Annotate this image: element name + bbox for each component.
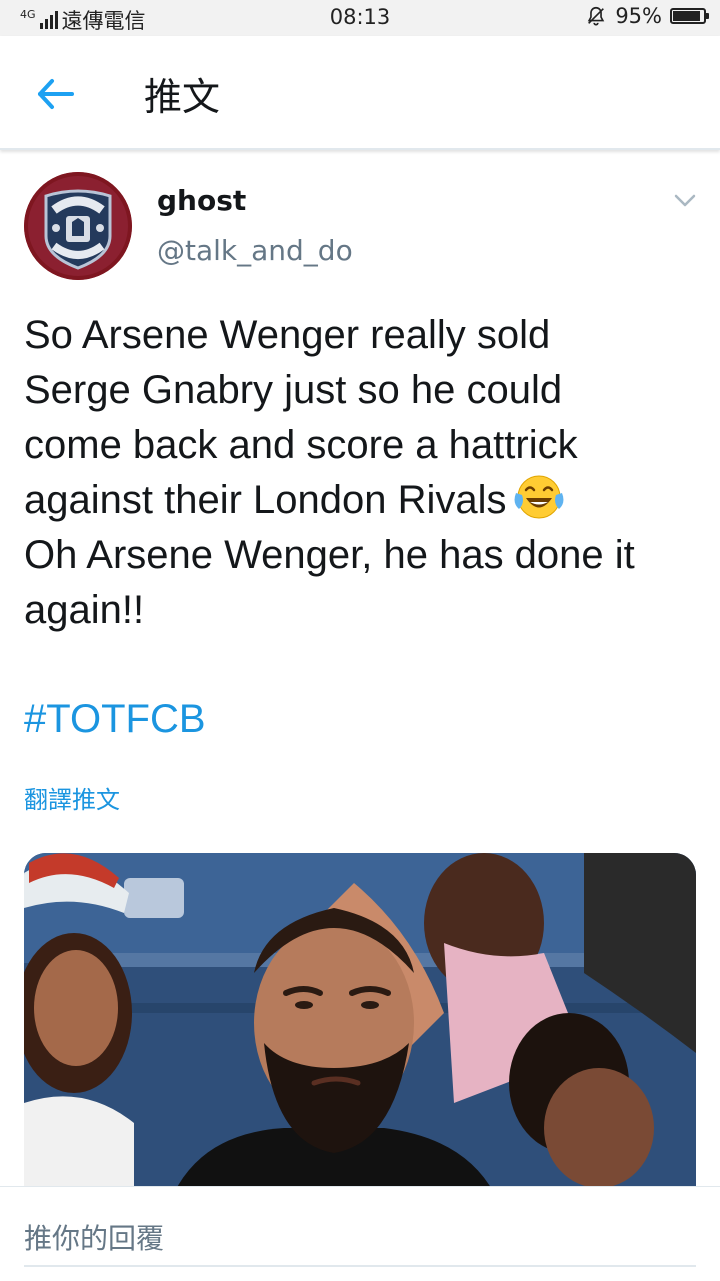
photo-illustration [24,853,696,1193]
tweet-line: Oh Arsene Wenger, he has done it [24,533,635,577]
tweet-line: come back and score a hattrick [24,423,578,467]
tweet-text: So Arsene Wenger really sold Serge Gnabr… [24,308,704,638]
translate-tweet-link[interactable]: 翻譯推文 [24,780,120,815]
reply-input[interactable]: 推你的回覆 [24,1207,696,1267]
tweet-line: again!! [24,588,145,632]
user-handle[interactable]: @talk_and_do [157,234,353,267]
hashtag-link[interactable]: #TOTFCB [24,697,206,742]
reply-bar: 推你的回覆 [0,1186,720,1281]
bell-off-icon [588,6,605,26]
arrow-left-icon[interactable] [30,70,78,118]
tweet-media-image[interactable] [24,853,696,1193]
display-name[interactable]: ghost [157,184,246,217]
manchester-united-crest-icon [24,172,132,280]
avatar[interactable] [24,172,132,280]
top-app-bar: 推文 [0,36,720,150]
page-title: 推文 [144,75,221,119]
tweet-line-with-emoji: against their London Rivals [24,473,704,528]
chevron-down-icon[interactable] [672,191,698,211]
tweet-line: So Arsene Wenger really sold [24,313,551,357]
battery-percent: 95% [615,4,662,28]
tweet-line: against their London Rivals [24,478,507,522]
battery-level [673,11,700,21]
status-bar: 4G 遠傳電信 08:13 95% [0,0,720,36]
battery-icon [670,8,709,24]
face-with-tears-of-joy-icon [514,475,563,519]
tweet-line: Serge Gnabry just so he could [24,368,563,412]
status-right: 95% [585,4,709,28]
